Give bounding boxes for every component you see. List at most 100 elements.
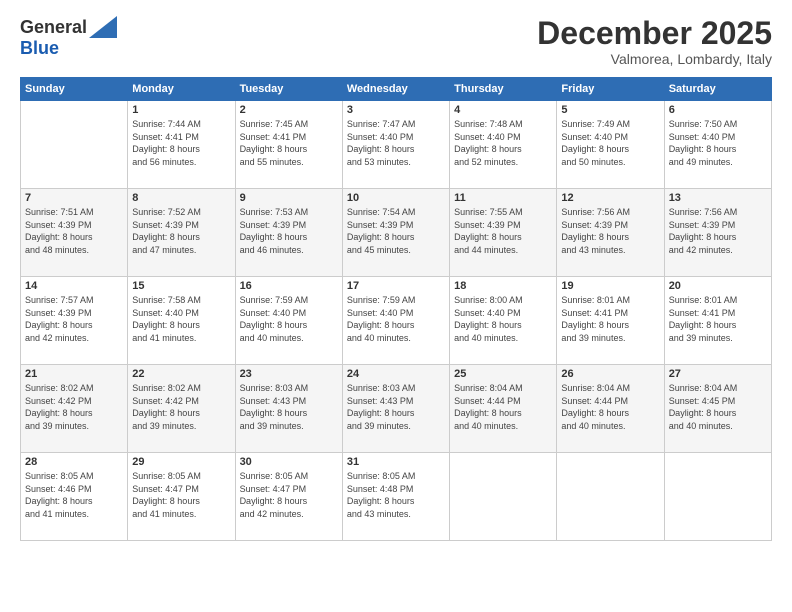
daylight-line2: and 44 minutes. [454, 244, 552, 257]
calendar-cell-w1-d7: 6Sunrise: 7:50 AMSunset: 4:40 PMDaylight… [664, 101, 771, 189]
calendar-week-5: 28Sunrise: 8:05 AMSunset: 4:46 PMDayligh… [21, 453, 772, 541]
sunset: Sunset: 4:42 PM [25, 395, 123, 408]
day-number: 9 [240, 192, 338, 204]
daylight-line1: Daylight: 8 hours [454, 143, 552, 156]
daylight-line2: and 46 minutes. [240, 244, 338, 257]
sunrise: Sunrise: 8:05 AM [347, 470, 445, 483]
day-info: Sunrise: 7:55 AMSunset: 4:39 PMDaylight:… [454, 206, 552, 256]
day-info: Sunrise: 7:45 AMSunset: 4:41 PMDaylight:… [240, 118, 338, 168]
sunset: Sunset: 4:39 PM [25, 307, 123, 320]
page: General Blue December 2025 Valmorea, Lom… [0, 0, 792, 612]
daylight-line1: Daylight: 8 hours [25, 495, 123, 508]
logo-general: General [20, 17, 87, 38]
daylight-line2: and 39 minutes. [132, 420, 230, 433]
daylight-line2: and 53 minutes. [347, 156, 445, 169]
calendar-cell-w4-d2: 22Sunrise: 8:02 AMSunset: 4:42 PMDayligh… [128, 365, 235, 453]
day-info: Sunrise: 7:56 AMSunset: 4:39 PMDaylight:… [561, 206, 659, 256]
daylight-line1: Daylight: 8 hours [669, 231, 767, 244]
header-tuesday: Tuesday [235, 78, 342, 101]
calendar-cell-w2-d7: 13Sunrise: 7:56 AMSunset: 4:39 PMDayligh… [664, 189, 771, 277]
daylight-line2: and 43 minutes. [561, 244, 659, 257]
sunrise: Sunrise: 7:58 AM [132, 294, 230, 307]
sunrise: Sunrise: 7:55 AM [454, 206, 552, 219]
daylight-line2: and 52 minutes. [454, 156, 552, 169]
day-info: Sunrise: 8:05 AMSunset: 4:47 PMDaylight:… [240, 470, 338, 520]
sunrise: Sunrise: 7:47 AM [347, 118, 445, 131]
sunrise: Sunrise: 8:02 AM [132, 382, 230, 395]
day-number: 23 [240, 368, 338, 380]
calendar-cell-w1-d3: 2Sunrise: 7:45 AMSunset: 4:41 PMDaylight… [235, 101, 342, 189]
daylight-line2: and 50 minutes. [561, 156, 659, 169]
sunset: Sunset: 4:40 PM [240, 307, 338, 320]
sunset: Sunset: 4:44 PM [454, 395, 552, 408]
day-info: Sunrise: 8:05 AMSunset: 4:47 PMDaylight:… [132, 470, 230, 520]
header-wednesday: Wednesday [342, 78, 449, 101]
calendar-cell-w4-d4: 24Sunrise: 8:03 AMSunset: 4:43 PMDayligh… [342, 365, 449, 453]
header-friday: Friday [557, 78, 664, 101]
calendar-cell-w4-d6: 26Sunrise: 8:04 AMSunset: 4:44 PMDayligh… [557, 365, 664, 453]
day-number: 7 [25, 192, 123, 204]
sunset: Sunset: 4:40 PM [132, 307, 230, 320]
sunrise: Sunrise: 7:56 AM [669, 206, 767, 219]
calendar-cell-w2-d2: 8Sunrise: 7:52 AMSunset: 4:39 PMDaylight… [128, 189, 235, 277]
day-info: Sunrise: 7:49 AMSunset: 4:40 PMDaylight:… [561, 118, 659, 168]
calendar-week-1: 1Sunrise: 7:44 AMSunset: 4:41 PMDaylight… [21, 101, 772, 189]
calendar-cell-w3-d2: 15Sunrise: 7:58 AMSunset: 4:40 PMDayligh… [128, 277, 235, 365]
day-info: Sunrise: 7:48 AMSunset: 4:40 PMDaylight:… [454, 118, 552, 168]
daylight-line1: Daylight: 8 hours [454, 231, 552, 244]
sunset: Sunset: 4:39 PM [132, 219, 230, 232]
calendar-cell-w1-d2: 1Sunrise: 7:44 AMSunset: 4:41 PMDaylight… [128, 101, 235, 189]
sunset: Sunset: 4:41 PM [561, 307, 659, 320]
daylight-line1: Daylight: 8 hours [240, 143, 338, 156]
day-number: 5 [561, 104, 659, 116]
daylight-line2: and 41 minutes. [132, 332, 230, 345]
calendar: Sunday Monday Tuesday Wednesday Thursday… [20, 77, 772, 541]
sunrise: Sunrise: 8:03 AM [240, 382, 338, 395]
daylight-line1: Daylight: 8 hours [240, 495, 338, 508]
calendar-cell-w4-d1: 21Sunrise: 8:02 AMSunset: 4:42 PMDayligh… [21, 365, 128, 453]
sunset: Sunset: 4:40 PM [347, 307, 445, 320]
calendar-cell-w1-d5: 4Sunrise: 7:48 AMSunset: 4:40 PMDaylight… [450, 101, 557, 189]
day-number: 10 [347, 192, 445, 204]
sunset: Sunset: 4:39 PM [561, 219, 659, 232]
sunrise: Sunrise: 7:52 AM [132, 206, 230, 219]
sunrise: Sunrise: 8:05 AM [240, 470, 338, 483]
daylight-line2: and 48 minutes. [25, 244, 123, 257]
day-info: Sunrise: 7:50 AMSunset: 4:40 PMDaylight:… [669, 118, 767, 168]
daylight-line1: Daylight: 8 hours [347, 231, 445, 244]
daylight-line2: and 42 minutes. [25, 332, 123, 345]
sunset: Sunset: 4:41 PM [669, 307, 767, 320]
daylight-line2: and 43 minutes. [347, 508, 445, 521]
day-number: 1 [132, 104, 230, 116]
day-info: Sunrise: 7:52 AMSunset: 4:39 PMDaylight:… [132, 206, 230, 256]
daylight-line1: Daylight: 8 hours [561, 319, 659, 332]
daylight-line1: Daylight: 8 hours [132, 319, 230, 332]
sunset: Sunset: 4:39 PM [347, 219, 445, 232]
sunrise: Sunrise: 7:56 AM [561, 206, 659, 219]
daylight-line1: Daylight: 8 hours [669, 319, 767, 332]
day-number: 26 [561, 368, 659, 380]
sunset: Sunset: 4:39 PM [25, 219, 123, 232]
day-info: Sunrise: 7:53 AMSunset: 4:39 PMDaylight:… [240, 206, 338, 256]
calendar-cell-w3-d4: 17Sunrise: 7:59 AMSunset: 4:40 PMDayligh… [342, 277, 449, 365]
header: General Blue December 2025 Valmorea, Lom… [20, 16, 772, 67]
calendar-cell-w3-d1: 14Sunrise: 7:57 AMSunset: 4:39 PMDayligh… [21, 277, 128, 365]
sunset: Sunset: 4:40 PM [347, 131, 445, 144]
daylight-line1: Daylight: 8 hours [240, 407, 338, 420]
day-number: 11 [454, 192, 552, 204]
day-number: 27 [669, 368, 767, 380]
sunrise: Sunrise: 8:04 AM [669, 382, 767, 395]
sunset: Sunset: 4:46 PM [25, 483, 123, 496]
daylight-line1: Daylight: 8 hours [240, 319, 338, 332]
day-info: Sunrise: 7:57 AMSunset: 4:39 PMDaylight:… [25, 294, 123, 344]
sunset: Sunset: 4:43 PM [240, 395, 338, 408]
day-number: 13 [669, 192, 767, 204]
sunrise: Sunrise: 8:04 AM [454, 382, 552, 395]
calendar-cell-w2-d1: 7Sunrise: 7:51 AMSunset: 4:39 PMDaylight… [21, 189, 128, 277]
calendar-cell-w3-d7: 20Sunrise: 8:01 AMSunset: 4:41 PMDayligh… [664, 277, 771, 365]
daylight-line2: and 47 minutes. [132, 244, 230, 257]
sunrise: Sunrise: 7:51 AM [25, 206, 123, 219]
calendar-cell-w3-d5: 18Sunrise: 8:00 AMSunset: 4:40 PMDayligh… [450, 277, 557, 365]
sunrise: Sunrise: 8:02 AM [25, 382, 123, 395]
daylight-line1: Daylight: 8 hours [561, 143, 659, 156]
